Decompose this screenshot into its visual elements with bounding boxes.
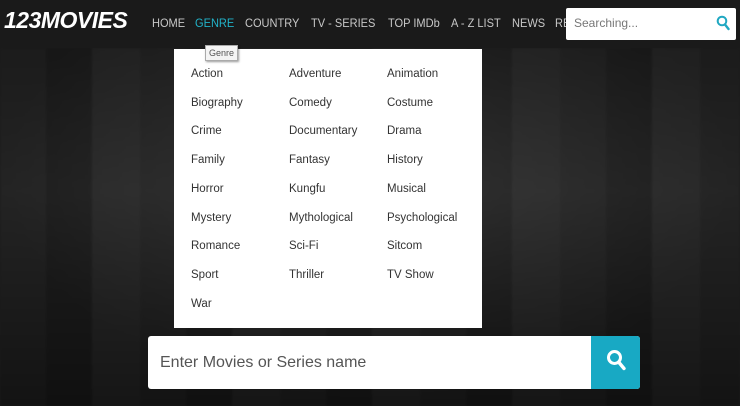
- genre-costume[interactable]: Costume: [387, 97, 433, 109]
- genre-sitcom[interactable]: Sitcom: [387, 240, 422, 252]
- genre-kungfu[interactable]: Kungfu: [289, 183, 325, 195]
- genre-fantasy[interactable]: Fantasy: [289, 154, 330, 166]
- site-logo[interactable]: 123MOVIES: [4, 7, 128, 34]
- genre-mystery[interactable]: Mystery: [191, 212, 231, 224]
- genre-drama[interactable]: Drama: [387, 125, 422, 137]
- genre-horror[interactable]: Horror: [191, 183, 224, 195]
- genre-dropdown: Action Biography Crime Family Horror Mys…: [174, 49, 482, 328]
- top-navbar: 123MOVIES HOME GENRE COUNTRY TV - SERIES…: [0, 0, 740, 48]
- genre-sport[interactable]: Sport: [191, 269, 219, 281]
- nav-home[interactable]: HOME: [152, 16, 185, 30]
- genre-history[interactable]: History: [387, 154, 423, 166]
- genre-musical[interactable]: Musical: [387, 183, 426, 195]
- genre-thriller[interactable]: Thriller: [289, 269, 324, 281]
- genre-tv-show[interactable]: TV Show: [387, 269, 434, 281]
- genre-documentary[interactable]: Documentary: [289, 125, 357, 137]
- genre-psychological[interactable]: Psychological: [387, 212, 457, 224]
- nav-country[interactable]: COUNTRY: [245, 16, 299, 30]
- genre-adventure[interactable]: Adventure: [289, 68, 341, 80]
- logo-prefix: 123: [4, 7, 41, 33]
- genre-crime[interactable]: Crime: [191, 125, 222, 137]
- header-search-input[interactable]: [566, 8, 722, 38]
- nav-a-z-list[interactable]: A - Z LIST: [451, 16, 501, 30]
- genre-comedy[interactable]: Comedy: [289, 97, 332, 109]
- genre-biography[interactable]: Biography: [191, 97, 243, 109]
- header-search-box: [566, 8, 736, 40]
- main-search-input[interactable]: [148, 336, 588, 389]
- search-icon: [606, 349, 626, 376]
- main-nav: HOME GENRE COUNTRY TV - SERIES TOP IMDb …: [152, 16, 620, 30]
- main-search-button[interactable]: [591, 336, 640, 389]
- genre-romance[interactable]: Romance: [191, 240, 240, 252]
- nav-genre[interactable]: GENRE: [195, 16, 234, 30]
- genre-action[interactable]: Action: [191, 68, 223, 80]
- main-search-bar: [148, 336, 640, 389]
- nav-news[interactable]: NEWS: [512, 16, 545, 30]
- genre-mythological[interactable]: Mythological: [289, 212, 353, 224]
- genre-family[interactable]: Family: [191, 154, 225, 166]
- logo-suffix: MOVIES: [40, 7, 128, 33]
- genre-tooltip: Genre: [205, 45, 239, 61]
- nav-tv-series[interactable]: TV - SERIES: [311, 16, 375, 30]
- nav-top-imdb[interactable]: TOP IMDb: [388, 16, 440, 30]
- genre-animation[interactable]: Animation: [387, 68, 438, 80]
- genre-sci-fi[interactable]: Sci-Fi: [289, 240, 318, 252]
- search-icon[interactable]: [716, 15, 730, 36]
- genre-war[interactable]: War: [191, 298, 212, 310]
